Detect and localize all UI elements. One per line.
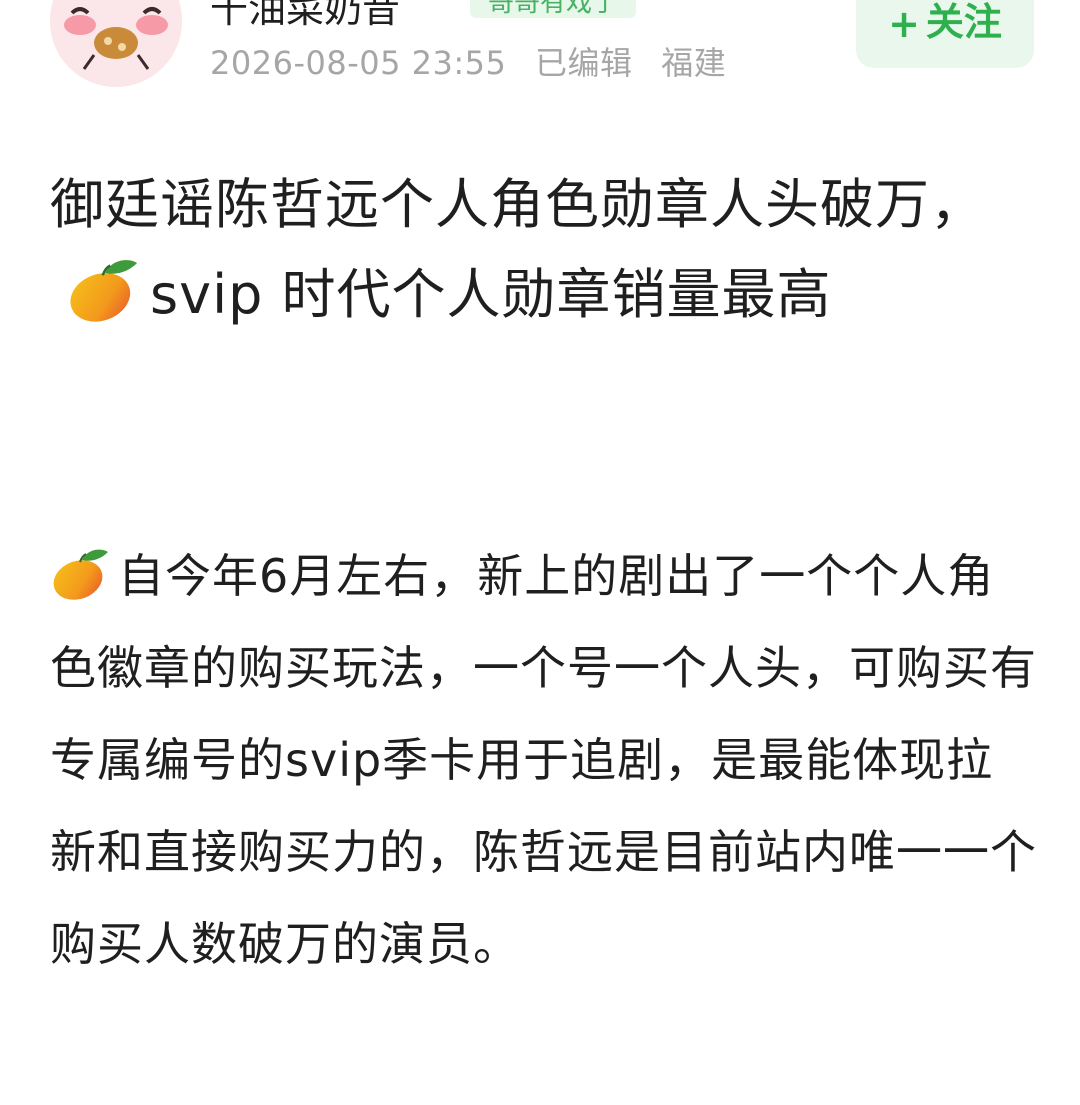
follow-label: 关注 <box>925 0 1002 44</box>
post-title: 御廷谣陈哲远个人角色勋章人头破万， svip 时代个人勋章销量最高 <box>50 160 1040 340</box>
avatar-illustration <box>50 0 182 87</box>
user-tag: 哥哥有戏了 <box>470 0 637 18</box>
post-meta: 2026-08-05 23:55 已编辑 福建 <box>210 38 726 84</box>
title-text-1: 御廷谣陈哲远个人角色勋章人头破万， <box>50 173 985 236</box>
mango-icon <box>50 540 112 600</box>
avatar[interactable] <box>50 0 182 87</box>
post-header: 千油菜奶昔 哥哥有戏了 2026-08-05 23:55 已编辑 福建 + 关注 <box>0 0 1080 110</box>
plus-icon: + <box>888 2 920 46</box>
location: 福建 <box>661 44 727 82</box>
edited-label: 已编辑 <box>535 44 633 82</box>
follow-button[interactable]: + 关注 <box>856 0 1034 68</box>
mango-icon <box>66 255 142 325</box>
timestamp: 2026-08-05 23:55 <box>210 44 507 82</box>
title-text-2: svip 时代个人勋章销量最高 <box>150 263 832 326</box>
post-body: 自今年6月左右，新上的剧出了一个个人角色徽章的购买玩法，一个号一个人头，可购买有… <box>50 530 1040 990</box>
username[interactable]: 千油菜奶昔 <box>210 0 400 33</box>
body-text: 自今年6月左右，新上的剧出了一个个人角色徽章的购买玩法，一个号一个人头，可购买有… <box>50 549 1037 971</box>
